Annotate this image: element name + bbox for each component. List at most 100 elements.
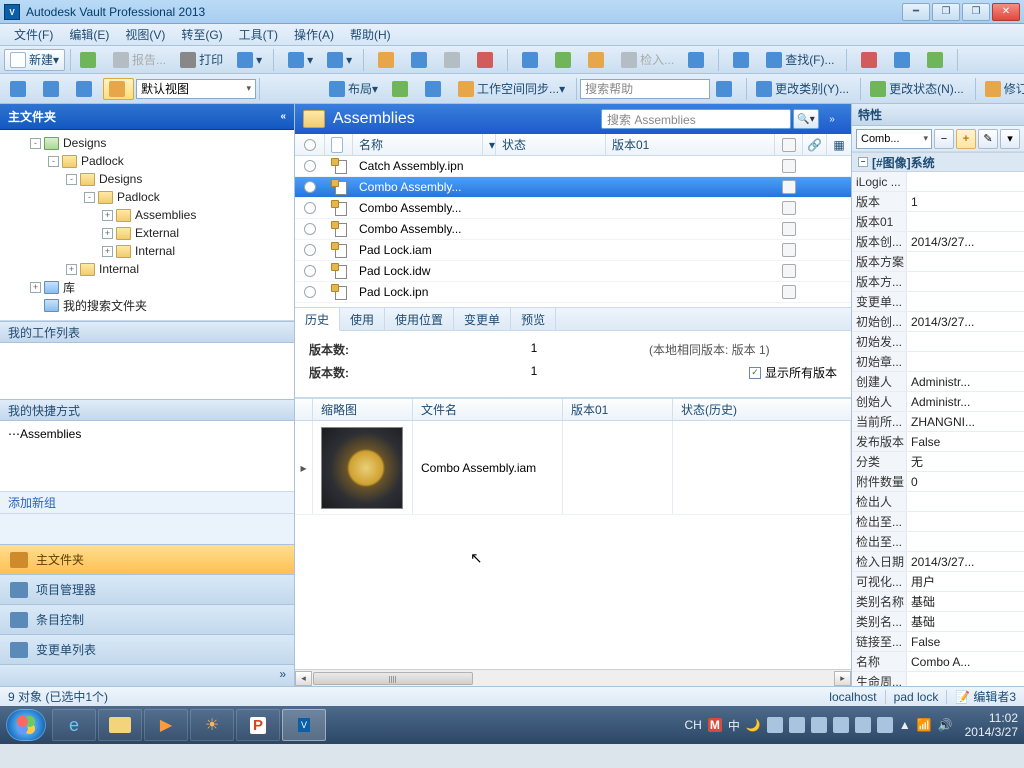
help-go[interactable]: [710, 78, 741, 100]
restore-button[interactable]: ❐: [962, 3, 990, 21]
tree-item[interactable]: -Designs: [0, 134, 294, 152]
tray-icon[interactable]: [877, 717, 893, 733]
tab-history[interactable]: 历史: [295, 308, 340, 331]
new-button[interactable]: 新建 ▾: [4, 49, 65, 71]
tab-change-order[interactable]: 变更单: [454, 308, 511, 330]
prop-row[interactable]: 类别名...基础: [852, 612, 1024, 632]
volume-icon[interactable]: 🔊: [938, 718, 953, 732]
prop-row[interactable]: 链接至...False: [852, 632, 1024, 652]
col-ver[interactable]: 版本01: [563, 399, 673, 420]
select-all[interactable]: [304, 139, 316, 151]
task-vault[interactable]: V: [282, 709, 326, 741]
nav-change-order[interactable]: 变更单列表: [0, 634, 294, 664]
tool-b3[interactable]: [582, 49, 613, 71]
prop-row[interactable]: 创始人Administr...: [852, 392, 1024, 412]
prop-row[interactable]: 变更单...: [852, 292, 1024, 312]
tree-item[interactable]: +Internal: [0, 242, 294, 260]
task-media[interactable]: ▶: [144, 709, 188, 741]
prop-row[interactable]: 初始章...: [852, 352, 1024, 372]
tool-d3[interactable]: [921, 49, 952, 71]
prop-row[interactable]: 检出人: [852, 492, 1024, 512]
task-explorer[interactable]: [98, 709, 142, 741]
change-category-button[interactable]: 更改类别(Y)...: [750, 78, 855, 100]
prop-row[interactable]: 生命周...: [852, 672, 1024, 686]
tree-item[interactable]: -Padlock: [0, 152, 294, 170]
tray-icon[interactable]: [767, 717, 783, 733]
prop-minus[interactable]: −: [934, 129, 954, 149]
file-row[interactable]: Pad Lock.idw: [295, 261, 851, 282]
col-status[interactable]: 状态: [496, 134, 606, 155]
refresh-button[interactable]: [74, 49, 105, 71]
tree-item[interactable]: +Assemblies: [0, 206, 294, 224]
prop-row[interactable]: iLogic ...: [852, 172, 1024, 192]
prop-row[interactable]: 版本创...2014/3/27...: [852, 232, 1024, 252]
report-button[interactable]: 报告...: [107, 49, 172, 71]
tool-d1[interactable]: [855, 49, 886, 71]
prop-row[interactable]: 发布版本False: [852, 432, 1024, 452]
prop-row[interactable]: 版本方案: [852, 252, 1024, 272]
revision-button[interactable]: 修订...: [979, 78, 1024, 100]
menu-action[interactable]: 操作(A): [286, 24, 342, 45]
delete-button[interactable]: [471, 49, 502, 71]
ws-tool1[interactable]: [386, 78, 417, 100]
prop-edit[interactable]: ✎: [978, 129, 998, 149]
prop-row[interactable]: 检出至...: [852, 532, 1024, 552]
start-button[interactable]: [6, 709, 46, 741]
help-search[interactable]: 搜索帮助: [580, 79, 710, 99]
prop-file-select[interactable]: Comb...: [856, 129, 932, 149]
find-button[interactable]: 查找(F)...: [760, 49, 840, 71]
menu-goto[interactable]: 转至(G): [173, 24, 230, 45]
view-list[interactable]: [4, 78, 35, 100]
file-row[interactable]: Pad Lock.ipn: [295, 282, 851, 303]
change-status-button[interactable]: 更改状态(N)...: [864, 78, 970, 100]
lang-indicator[interactable]: CH: [685, 718, 702, 732]
prop-row[interactable]: 当前所...ZHANGNI...: [852, 412, 1024, 432]
tree-item[interactable]: +库: [0, 278, 294, 296]
task-app1[interactable]: ☀: [190, 709, 234, 741]
collapse-icon[interactable]: «: [280, 111, 286, 122]
layout-button[interactable]: 布局 ▾: [323, 78, 384, 100]
nav-project-manager[interactable]: 项目管理器: [0, 574, 294, 604]
tree-item[interactable]: +Internal: [0, 260, 294, 278]
nav-item-control[interactable]: 条目控制: [0, 604, 294, 634]
menu-edit[interactable]: 编辑(E): [61, 24, 117, 45]
prop-row[interactable]: 版本01: [852, 212, 1024, 232]
file-row[interactable]: Combo Assembly...: [295, 177, 851, 198]
file-row[interactable]: Pad Lock.iam: [295, 240, 851, 261]
tray-icon[interactable]: [811, 717, 827, 733]
maximize-button[interactable]: ❐: [932, 3, 960, 21]
tray-icon[interactable]: [789, 717, 805, 733]
network-icon[interactable]: 📶: [917, 718, 932, 732]
print-button[interactable]: 打印: [174, 49, 229, 71]
tray-icon[interactable]: [855, 717, 871, 733]
tree-item[interactable]: 我的搜索文件夹: [0, 296, 294, 314]
menu-tools[interactable]: 工具(T): [231, 24, 286, 45]
content-search[interactable]: 搜索 Assemblies: [601, 109, 791, 129]
tool-d2[interactable]: [888, 49, 919, 71]
prop-row[interactable]: 类别名称基础: [852, 592, 1024, 612]
cut-button[interactable]: [372, 49, 403, 71]
prop-row[interactable]: 初始发...: [852, 332, 1024, 352]
tray-icon[interactable]: [833, 717, 849, 733]
workspace-sync-button[interactable]: 工作空间同步... ▾: [452, 78, 571, 100]
history-row[interactable]: ▸ Combo Assembly.iam: [295, 421, 851, 515]
prop-row[interactable]: 检出至...: [852, 512, 1024, 532]
checkin-button[interactable]: 检入...: [615, 49, 680, 71]
prop-row[interactable]: 附件数量0: [852, 472, 1024, 492]
prop-row[interactable]: 版本1: [852, 192, 1024, 212]
prop-more[interactable]: ▾: [1000, 129, 1020, 149]
tab-use[interactable]: 使用: [340, 308, 385, 330]
prop-row[interactable]: 分类无: [852, 452, 1024, 472]
prop-row[interactable]: 名称Combo A...: [852, 652, 1024, 672]
clock[interactable]: 11:022014/3/27: [965, 711, 1018, 739]
prop-row[interactable]: 初始创...2014/3/27...: [852, 312, 1024, 332]
worklist-header[interactable]: 我的工作列表: [0, 321, 294, 343]
col-filename[interactable]: 文件名: [413, 399, 563, 420]
view-active[interactable]: [103, 78, 134, 100]
shortcut-item[interactable]: ⋯ Assemblies: [8, 425, 286, 443]
nav-main-folder[interactable]: 主文件夹: [0, 544, 294, 574]
task-ie[interactable]: e: [52, 709, 96, 741]
view-detail[interactable]: [37, 78, 68, 100]
minimize-button[interactable]: ━: [902, 3, 930, 21]
file-row[interactable]: Combo Assembly...: [295, 198, 851, 219]
